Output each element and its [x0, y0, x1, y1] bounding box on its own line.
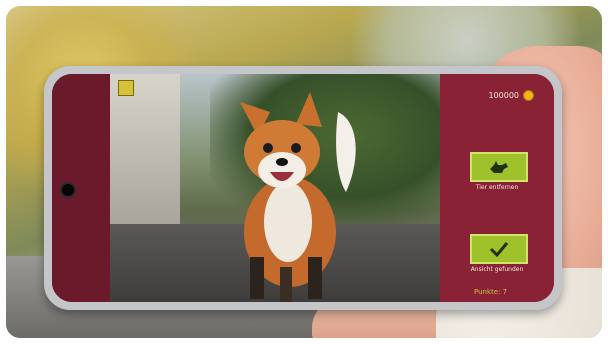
fox-leg-front-right	[308, 257, 322, 299]
fox-eye-right	[291, 143, 301, 153]
fox-chest	[264, 182, 312, 262]
ar-fox-model[interactable]	[210, 82, 370, 302]
ar-camera-view[interactable]	[110, 74, 440, 302]
fox-leg-back	[280, 267, 292, 302]
phone-screen: 100000 Tier entfernen Ansicht gefunden P…	[52, 74, 554, 302]
confirm-found-button[interactable]	[470, 234, 528, 264]
photo-frame: 100000 Tier entfernen Ansicht gefunden P…	[6, 6, 602, 338]
front-camera	[60, 182, 76, 198]
fox-eye-left	[263, 143, 273, 153]
points-footer: Punkte: 7	[474, 288, 508, 296]
game-side-panel: 100000 Tier entfernen Ansicht gefunden P…	[440, 74, 554, 302]
scene-building	[110, 74, 180, 224]
fox-nose	[276, 158, 288, 166]
remove-animal-label: Tier entfernen	[475, 184, 519, 191]
fox-silhouette-icon	[490, 161, 508, 173]
score-value: 100000	[488, 91, 519, 100]
checkmark-icon	[489, 242, 509, 257]
fox-leg-front-left	[250, 257, 264, 299]
left-border-panel	[52, 74, 110, 302]
coin-icon	[523, 90, 534, 101]
map-icon[interactable]	[118, 80, 134, 96]
fox-ear-right	[296, 92, 322, 127]
fox-muzzle	[258, 152, 306, 188]
smartphone: 100000 Tier entfernen Ansicht gefunden P…	[44, 66, 562, 310]
score-display: 100000	[488, 90, 534, 101]
fox-tail	[336, 112, 356, 192]
confirm-found-label: Ansicht gefunden	[470, 266, 524, 273]
remove-animal-button[interactable]	[470, 152, 528, 182]
